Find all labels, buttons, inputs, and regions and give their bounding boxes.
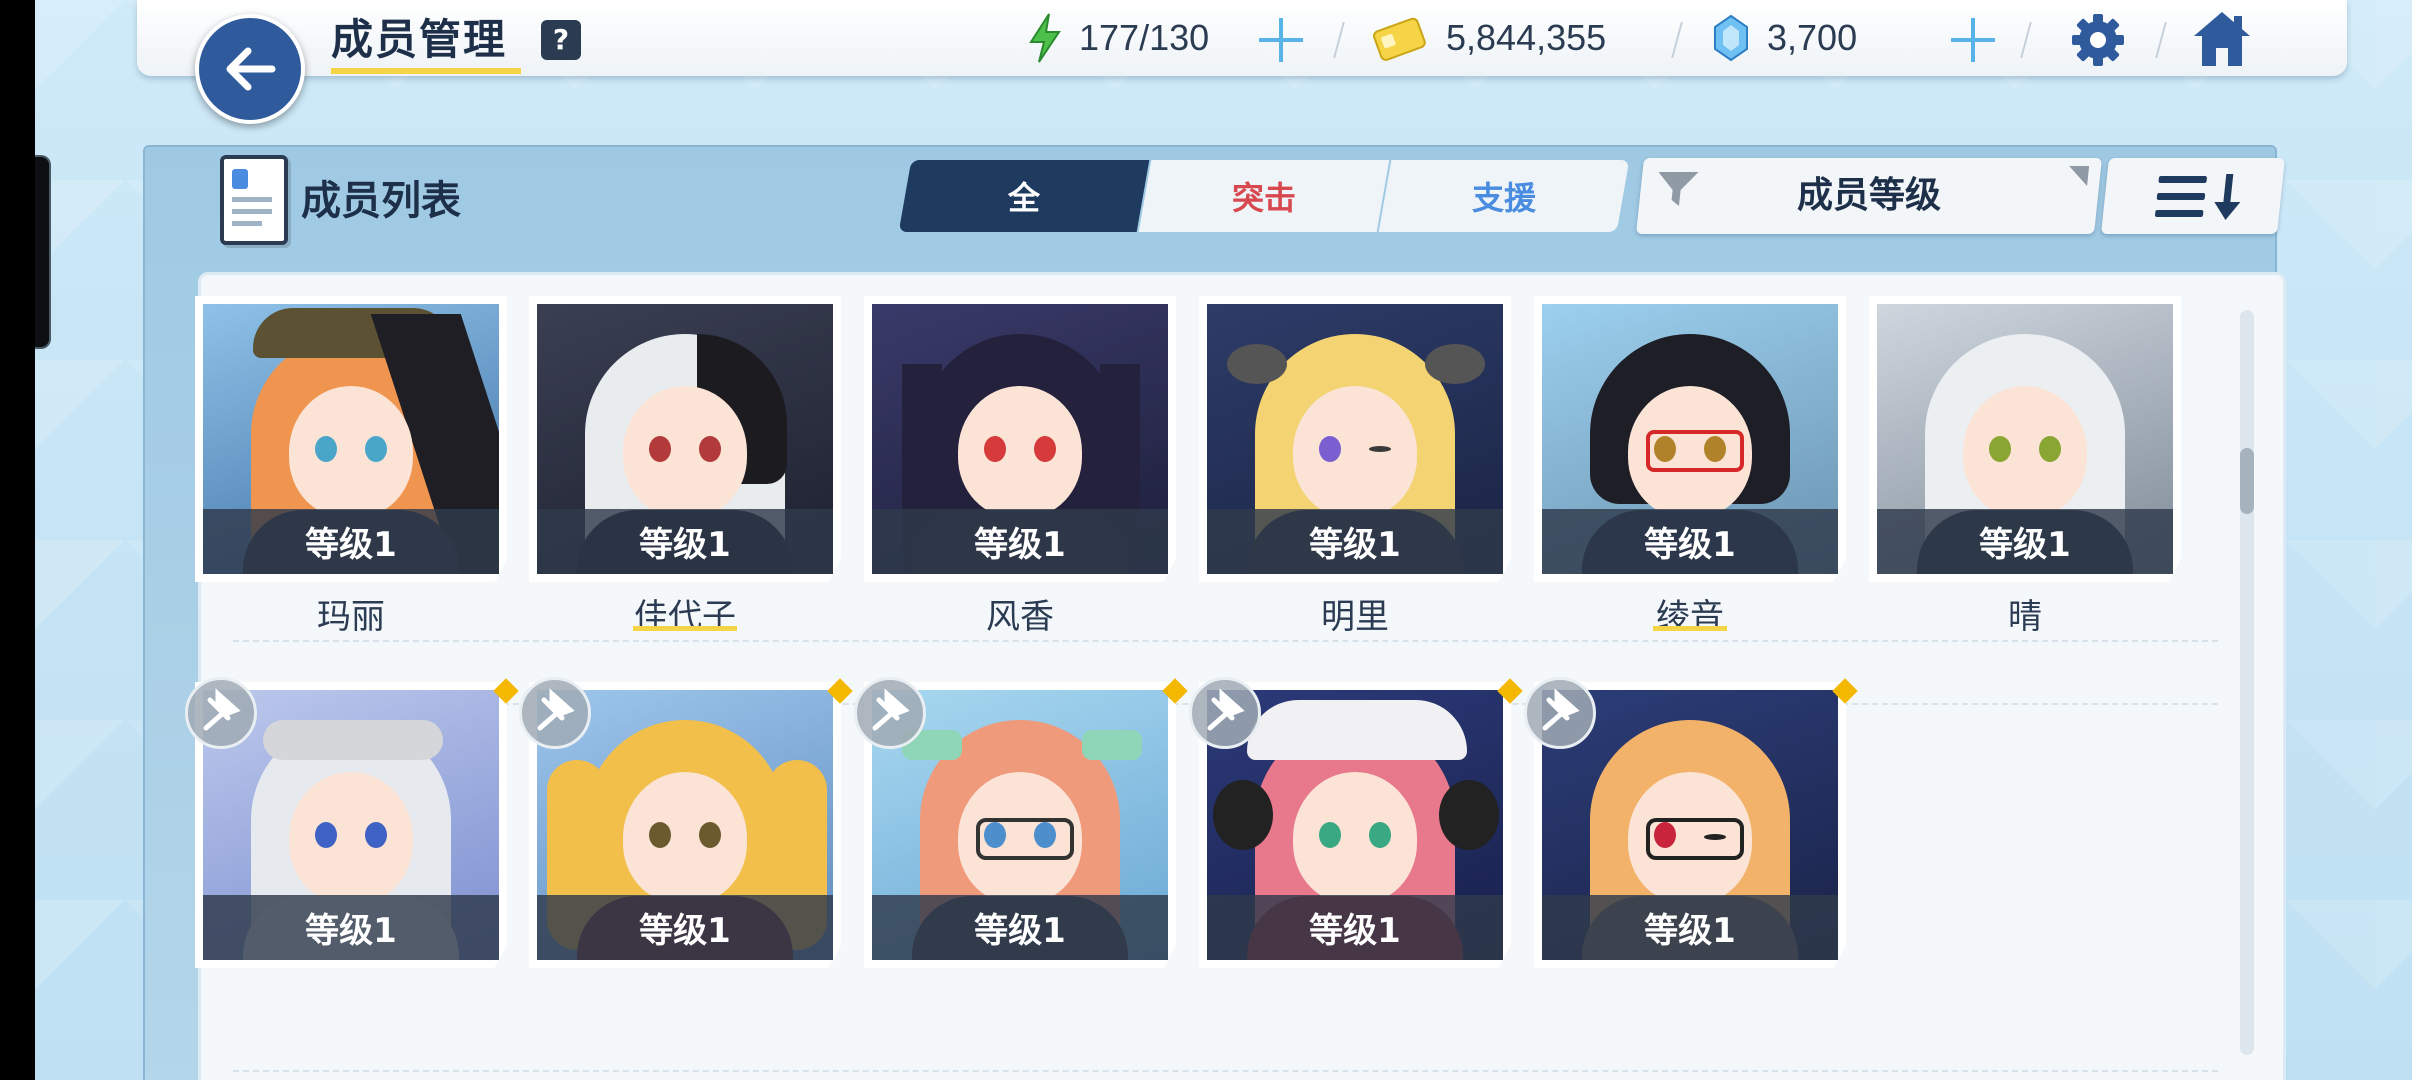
stamina-display: 177/130 [1025,10,1209,66]
pin-button[interactable] [854,677,926,749]
dropdown-corner-icon [2069,166,2090,186]
back-arrow-icon [226,47,276,91]
member-level: 等级1 [203,895,499,960]
member-level: 等级1 [1542,509,1838,574]
pin-button[interactable] [185,677,257,749]
member-level: 等级1 [1542,895,1838,960]
row-divider [233,640,2218,642]
pin-icon [1207,688,1245,731]
sort-descending-icon [2154,174,2241,220]
settings-gear-icon[interactable] [2068,10,2128,70]
member-card[interactable]: 等级1 [864,296,1176,582]
pin-button[interactable] [519,677,591,749]
member-name: 明里 [1321,597,1389,637]
member-name: 风香 [986,597,1054,637]
credits-value: 5,844,355 [1446,17,1607,58]
help-button[interactable]: ? [541,20,581,60]
add-stamina-button[interactable] [1257,16,1305,64]
row-divider [233,1070,2218,1072]
pin-button[interactable] [1524,677,1596,749]
add-gems-button[interactable] [1949,16,1997,64]
tab-support[interactable]: 支援 [1378,160,1630,232]
gems-display: 3,700 [1711,10,1857,66]
member-level: 等级1 [1207,509,1503,574]
member-card[interactable]: 等级1 [1869,296,2181,582]
member-name: 晴 [2008,597,2042,637]
member-list-title: 成员列表 [301,178,461,224]
gems-value: 3,700 [1767,17,1858,58]
member-level: 等级1 [203,509,499,574]
tab-assault[interactable]: 突击 [1138,160,1390,232]
pin-icon [203,688,241,731]
sort-select[interactable]: 成员等级 [1636,158,2102,234]
member-level: 等级1 [1877,509,2173,574]
stamina-value: 177/130 [1079,17,1210,58]
gem-icon [1714,14,1748,62]
page-title: 成员管理 [331,15,508,64]
member-level: 等级1 [537,509,833,574]
edge-tab [35,155,51,349]
member-card[interactable]: 等级1 [1199,296,1511,582]
member-level: 等级1 [537,895,833,960]
pin-icon [1542,688,1580,731]
sort-direction-button[interactable] [2101,158,2285,234]
member-level: 等级1 [872,509,1168,574]
tab-all[interactable]: 全 [898,160,1150,232]
member-card[interactable]: 等级1 [195,296,507,582]
tab-assault-label: 突击 [1231,179,1296,217]
scrollbar-thumb[interactable] [2240,448,2254,514]
home-icon[interactable] [2190,8,2254,70]
member-level: 等级1 [872,895,1168,960]
lightning-icon [1029,13,1061,63]
name-underline [633,626,737,631]
pin-icon [537,688,575,731]
tab-support-label: 支援 [1471,179,1536,217]
name-underline [1653,626,1727,631]
member-level: 等级1 [1207,895,1503,960]
sort-select-label: 成员等级 [1796,175,1941,216]
game-screen: 成员管理 ? 177/130 5,844,355 3,700 成员列表 全 突击… [35,0,2412,1080]
member-card[interactable]: 等级1 [529,296,841,582]
member-name: 玛丽 [317,597,385,637]
member-list-icon [220,155,288,245]
credits-display: 5,844,355 [1370,10,1606,66]
scrollbar-track[interactable] [2240,310,2254,1055]
pin-button[interactable] [1189,677,1261,749]
credit-card-icon [1373,17,1426,61]
pin-icon [872,688,910,731]
tab-all-label: 全 [1007,179,1040,217]
back-button[interactable] [195,14,305,124]
member-card[interactable]: 等级1 [1534,296,1846,582]
title-underline [331,68,521,74]
